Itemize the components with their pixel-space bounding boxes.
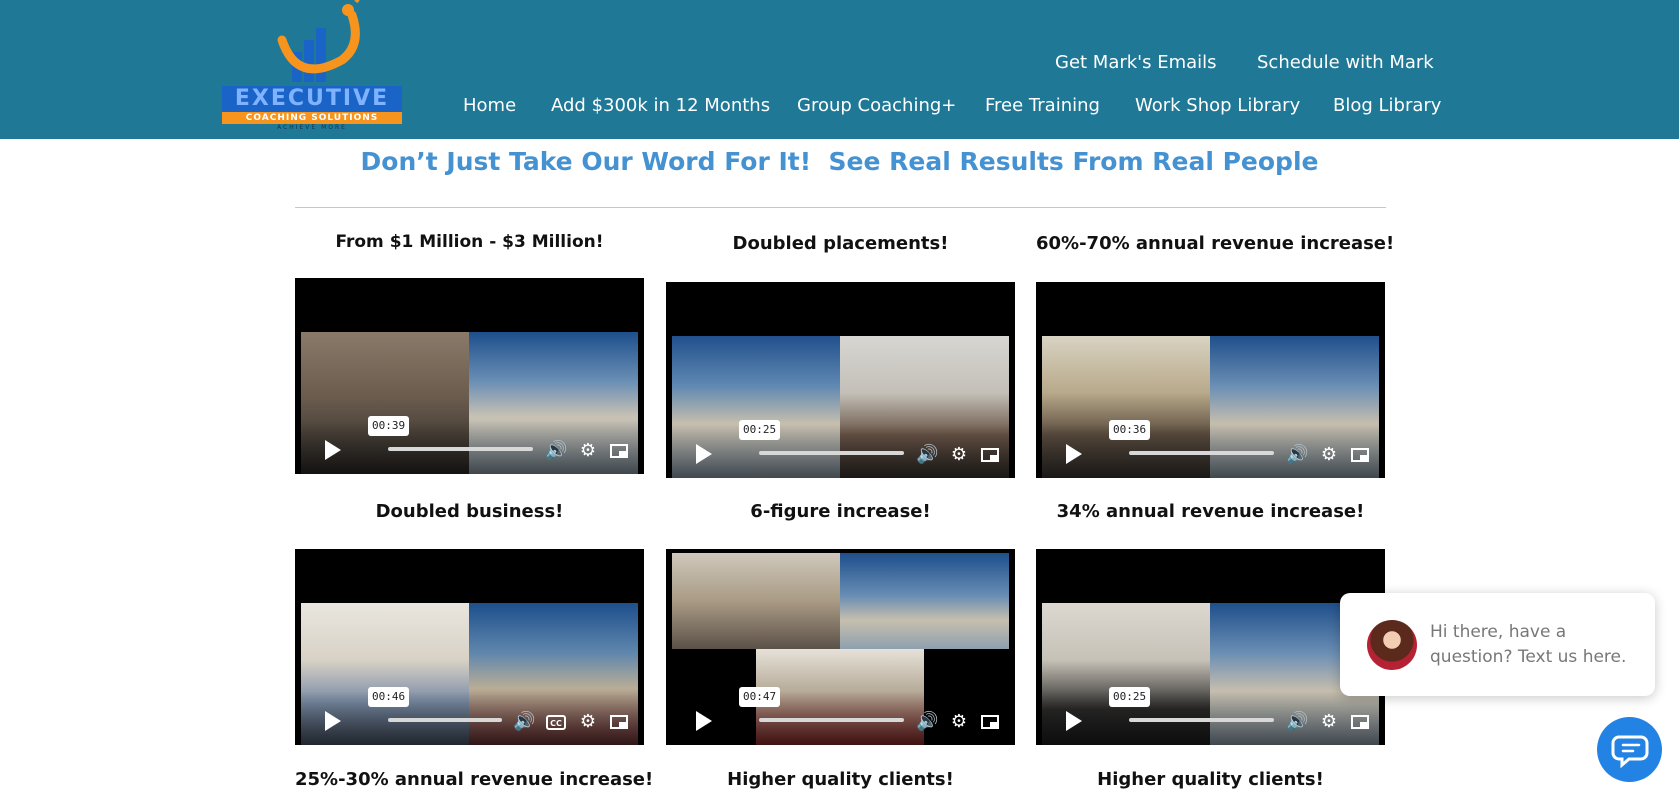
progress-bar[interactable]	[388, 447, 533, 451]
play-icon[interactable]	[696, 444, 712, 464]
video-caption-3: 60%-70% annual revenue increase!	[1036, 233, 1395, 254]
volume-icon[interactable]: 🔊	[916, 444, 938, 466]
settings-icon[interactable]: ⚙	[948, 711, 970, 733]
play-icon[interactable]	[325, 440, 341, 460]
pip-icon[interactable]	[1349, 711, 1371, 733]
video-caption-8: Higher quality clients!	[727, 769, 954, 790]
video-caption-7: 25%-30% annual revenue increase!	[295, 769, 654, 790]
video-caption-9: Higher quality clients!	[1097, 769, 1324, 790]
divider	[295, 207, 1386, 208]
time-tooltip: 00:36	[1109, 420, 1151, 440]
settings-icon[interactable]: ⚙	[1318, 444, 1340, 466]
video-caption-2: Doubled placements!	[732, 233, 949, 254]
video-player-1[interactable]: 00:39 🔊 ⚙	[295, 278, 644, 474]
play-icon[interactable]	[325, 711, 341, 731]
logo[interactable]: EXECUTIVE COACHING SOLUTIONS ACHIEVE MOR…	[222, 0, 404, 133]
logo-tagline: ACHIEVE MORE	[277, 124, 347, 131]
video-player-5[interactable]: 00:47 🔊 ⚙	[666, 549, 1015, 745]
time-tooltip: 00:25	[1109, 687, 1151, 707]
video-caption-4: Doubled business!	[375, 501, 564, 522]
chat-prompt[interactable]: Hi there, have a question? Text us here.	[1340, 593, 1655, 696]
nav-workshop-library[interactable]: Work Shop Library	[1135, 95, 1300, 116]
progress-bar[interactable]	[1129, 451, 1274, 455]
page-headline: Don’t Just Take Our Word For It! See Rea…	[360, 147, 1319, 176]
time-tooltip: 00:25	[739, 420, 781, 440]
time-tooltip: 00:39	[368, 416, 410, 436]
nav-free-training[interactable]: Free Training	[985, 95, 1100, 116]
volume-icon[interactable]: 🔊	[1286, 711, 1308, 733]
video-player-6[interactable]: 00:25 🔊 ⚙	[1036, 549, 1385, 745]
video-caption-6: 34% annual revenue increase!	[1056, 501, 1365, 522]
nav-add-300k[interactable]: Add $300k in 12 Months	[551, 95, 770, 116]
progress-bar[interactable]	[759, 451, 904, 455]
site-header: EXECUTIVE COACHING SOLUTIONS ACHIEVE MOR…	[0, 0, 1679, 139]
pip-icon[interactable]	[979, 444, 1001, 466]
settings-icon[interactable]: ⚙	[948, 444, 970, 466]
nav-blog-library[interactable]: Blog Library	[1333, 95, 1441, 116]
cc-icon[interactable]: CC	[545, 711, 567, 733]
settings-icon[interactable]: ⚙	[577, 711, 599, 733]
volume-icon[interactable]: 🔊	[513, 711, 535, 733]
settings-icon[interactable]: ⚙	[1318, 711, 1340, 733]
chat-launcher-button[interactable]	[1597, 717, 1662, 782]
pip-icon[interactable]	[608, 711, 630, 733]
nav-get-emails[interactable]: Get Mark's Emails	[1055, 52, 1217, 73]
time-tooltip: 00:46	[368, 687, 410, 707]
pip-icon[interactable]	[979, 711, 1001, 733]
volume-icon[interactable]: 🔊	[1286, 444, 1308, 466]
play-icon[interactable]	[1066, 711, 1082, 731]
video-caption-1: From $1 Million - $3 Million!	[335, 232, 604, 252]
volume-icon[interactable]: 🔊	[545, 440, 567, 462]
video-player-4[interactable]: 00:46 🔊 CC ⚙	[295, 549, 644, 745]
logo-wordmark: EXECUTIVE	[222, 86, 402, 112]
svg-text:CC: CC	[550, 719, 562, 728]
play-icon[interactable]	[696, 711, 712, 731]
nav-group-coaching[interactable]: Group Coaching+	[797, 95, 956, 116]
progress-bar[interactable]	[759, 718, 904, 722]
pip-icon[interactable]	[1349, 444, 1371, 466]
video-player-3[interactable]: 00:36 🔊 ⚙	[1036, 282, 1385, 478]
play-icon[interactable]	[1066, 444, 1082, 464]
logo-mark-icon	[277, 0, 360, 82]
chat-icon	[1611, 735, 1649, 769]
video-player-2[interactable]: 00:25 🔊 ⚙	[666, 282, 1015, 478]
chat-message: Hi there, have a question? Text us here.	[1430, 622, 1627, 667]
settings-icon[interactable]: ⚙	[577, 440, 599, 462]
pip-icon[interactable]	[608, 440, 630, 462]
nav-home[interactable]: Home	[463, 95, 516, 116]
video-caption-5: 6-figure increase!	[750, 501, 931, 522]
progress-bar[interactable]	[1129, 718, 1274, 722]
volume-icon[interactable]: 🔊	[916, 711, 938, 733]
logo-subline: COACHING SOLUTIONS	[222, 112, 402, 124]
avatar	[1367, 620, 1417, 670]
time-tooltip: 00:47	[739, 687, 781, 707]
nav-schedule[interactable]: Schedule with Mark	[1257, 52, 1434, 73]
progress-bar[interactable]	[388, 718, 502, 722]
